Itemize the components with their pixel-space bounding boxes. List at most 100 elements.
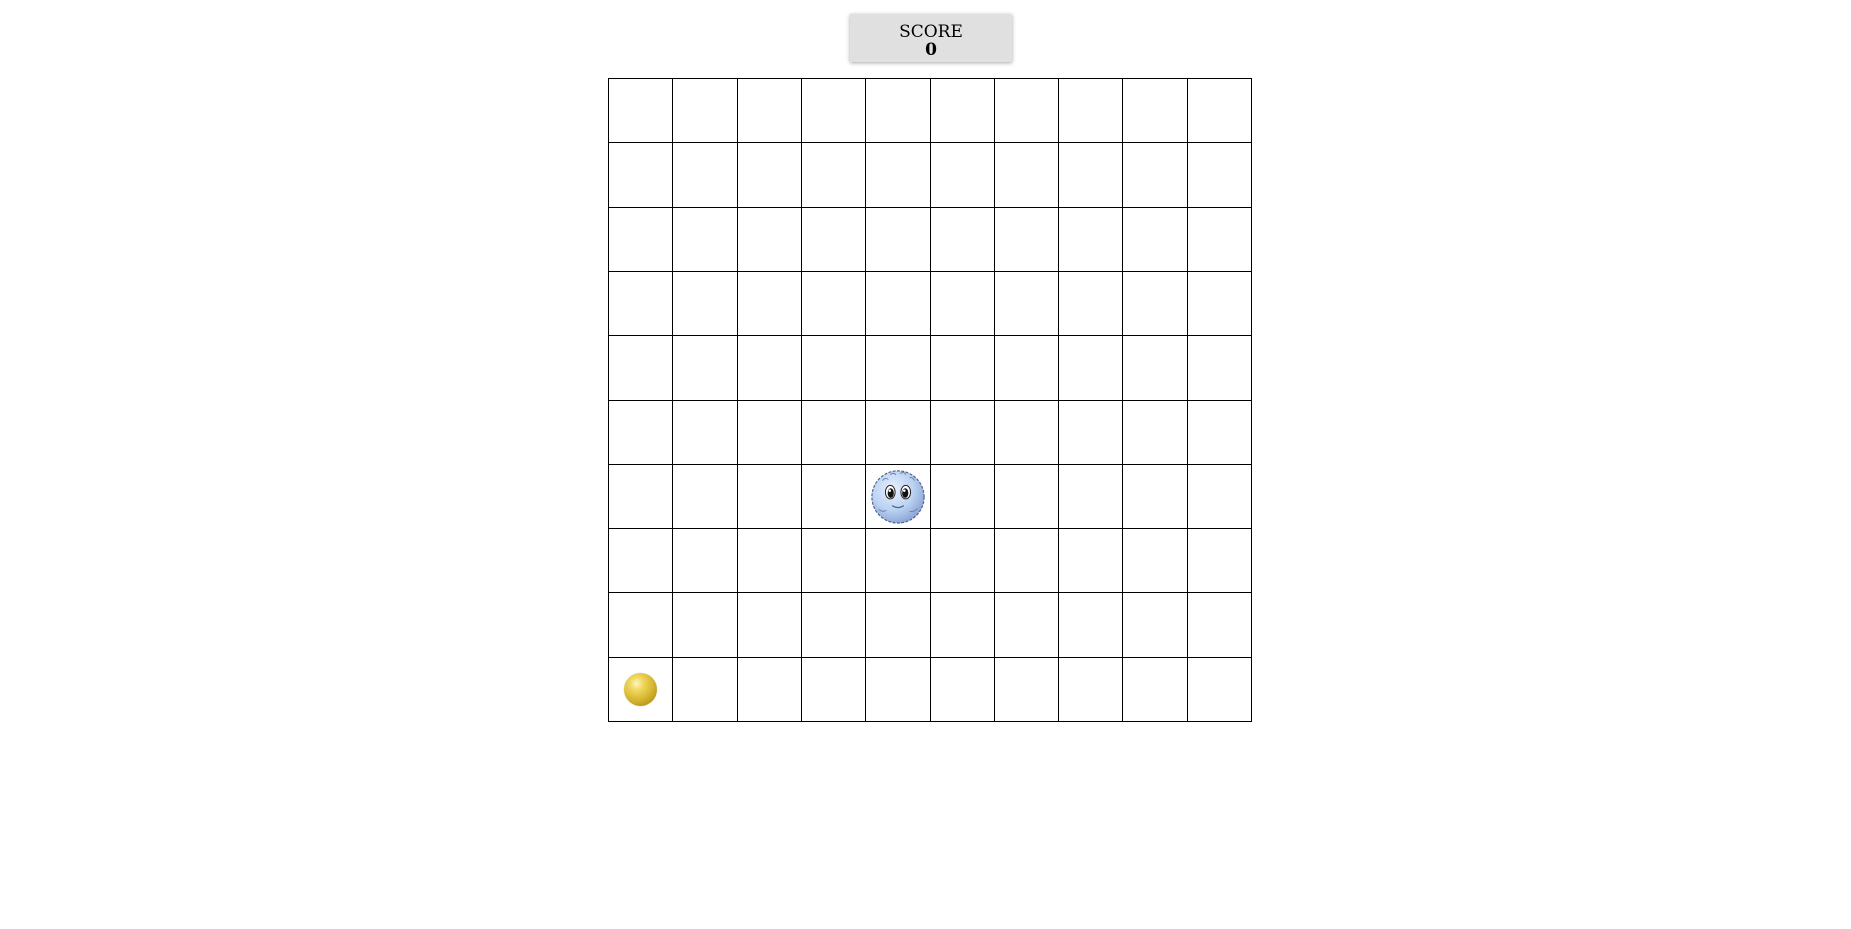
board-cell[interactable] xyxy=(1187,271,1252,337)
board-cell[interactable] xyxy=(1059,593,1124,658)
board-cell[interactable] xyxy=(673,593,738,658)
board-cell[interactable] xyxy=(1123,400,1188,465)
board-cell[interactable] xyxy=(801,336,867,401)
board-cell[interactable] xyxy=(930,207,995,272)
board-cell[interactable] xyxy=(737,400,802,465)
board-cell[interactable] xyxy=(1123,464,1188,530)
board-cell[interactable] xyxy=(609,657,674,722)
board-cell[interactable] xyxy=(1059,143,1124,208)
board-cell[interactable] xyxy=(737,464,802,530)
board-cell[interactable] xyxy=(1059,207,1124,272)
board-cell[interactable] xyxy=(1123,593,1188,658)
board-cell[interactable] xyxy=(609,464,674,530)
board-cell[interactable] xyxy=(737,207,802,272)
board-cell[interactable] xyxy=(673,336,738,401)
board-cell[interactable] xyxy=(866,79,931,144)
board-cell[interactable] xyxy=(609,207,674,272)
board-cell[interactable] xyxy=(866,143,931,208)
board-cell[interactable] xyxy=(1123,529,1188,594)
board-cell[interactable] xyxy=(1059,336,1124,401)
board-cell[interactable] xyxy=(1187,207,1252,272)
board-cell[interactable] xyxy=(673,207,738,272)
board-cell[interactable] xyxy=(930,79,995,144)
board-cell[interactable] xyxy=(994,336,1060,401)
board-cell[interactable] xyxy=(801,464,867,530)
board-cell[interactable] xyxy=(801,657,867,722)
game-board[interactable] xyxy=(608,78,1252,722)
board-cell[interactable] xyxy=(866,464,931,530)
board-cell[interactable] xyxy=(673,271,738,337)
board-cell[interactable] xyxy=(1123,271,1188,337)
board-cell[interactable] xyxy=(866,529,931,594)
board-cell[interactable] xyxy=(930,271,995,337)
board-cell[interactable] xyxy=(994,143,1060,208)
board-cell[interactable] xyxy=(930,143,995,208)
board-cell[interactable] xyxy=(930,593,995,658)
board-cell[interactable] xyxy=(866,207,931,272)
board-cell[interactable] xyxy=(1059,657,1124,722)
board-cell[interactable] xyxy=(737,529,802,594)
board-cell[interactable] xyxy=(930,529,995,594)
board-cell[interactable] xyxy=(673,464,738,530)
board-cell[interactable] xyxy=(994,529,1060,594)
board-cell[interactable] xyxy=(737,143,802,208)
board-cell[interactable] xyxy=(866,336,931,401)
board-cell[interactable] xyxy=(801,271,867,337)
board-cell[interactable] xyxy=(1187,593,1252,658)
board-cell[interactable] xyxy=(673,79,738,144)
board-cell[interactable] xyxy=(930,336,995,401)
board-cell[interactable] xyxy=(994,464,1060,530)
board-cell[interactable] xyxy=(1059,464,1124,530)
board-cell[interactable] xyxy=(994,593,1060,658)
board-cell[interactable] xyxy=(1187,529,1252,594)
board-cell[interactable] xyxy=(609,271,674,337)
board-cell[interactable] xyxy=(1187,79,1252,144)
board-cell[interactable] xyxy=(801,529,867,594)
board-cell[interactable] xyxy=(673,143,738,208)
board-cell[interactable] xyxy=(866,400,931,465)
board-cell[interactable] xyxy=(801,400,867,465)
board-cell[interactable] xyxy=(1123,207,1188,272)
board-cell[interactable] xyxy=(737,271,802,337)
board-cell[interactable] xyxy=(1123,336,1188,401)
board-cell[interactable] xyxy=(737,657,802,722)
board-cell[interactable] xyxy=(737,336,802,401)
board-cell[interactable] xyxy=(1187,143,1252,208)
board-cell[interactable] xyxy=(1123,657,1188,722)
board-cell[interactable] xyxy=(673,529,738,594)
board-cell[interactable] xyxy=(801,593,867,658)
board-cell[interactable] xyxy=(994,657,1060,722)
board-cell[interactable] xyxy=(1123,79,1188,144)
board-cell[interactable] xyxy=(801,79,867,144)
board-cell[interactable] xyxy=(994,271,1060,337)
board-cell[interactable] xyxy=(801,143,867,208)
board-cell[interactable] xyxy=(994,207,1060,272)
board-cell[interactable] xyxy=(930,464,995,530)
board-cell[interactable] xyxy=(609,400,674,465)
board-cell[interactable] xyxy=(1059,271,1124,337)
board-cell[interactable] xyxy=(737,79,802,144)
board-cell[interactable] xyxy=(801,207,867,272)
board-cell[interactable] xyxy=(1059,79,1124,144)
board-cell[interactable] xyxy=(609,79,674,144)
board-cell[interactable] xyxy=(609,143,674,208)
board-cell[interactable] xyxy=(866,657,931,722)
board-cell[interactable] xyxy=(930,657,995,722)
board-cell[interactable] xyxy=(1187,657,1252,722)
board-cell[interactable] xyxy=(609,593,674,658)
board-cell[interactable] xyxy=(1059,529,1124,594)
board-cell[interactable] xyxy=(1187,400,1252,465)
board-cell[interactable] xyxy=(994,79,1060,144)
board-cell[interactable] xyxy=(1123,143,1188,208)
board-cell[interactable] xyxy=(673,657,738,722)
board-cell[interactable] xyxy=(673,400,738,465)
board-cell[interactable] xyxy=(1059,400,1124,465)
board-cell[interactable] xyxy=(866,271,931,337)
board-cell[interactable] xyxy=(866,593,931,658)
board-cell[interactable] xyxy=(609,529,674,594)
board-cell[interactable] xyxy=(930,400,995,465)
board-cell[interactable] xyxy=(609,336,674,401)
board-cell[interactable] xyxy=(1187,336,1252,401)
board-cell[interactable] xyxy=(994,400,1060,465)
board-cell[interactable] xyxy=(737,593,802,658)
